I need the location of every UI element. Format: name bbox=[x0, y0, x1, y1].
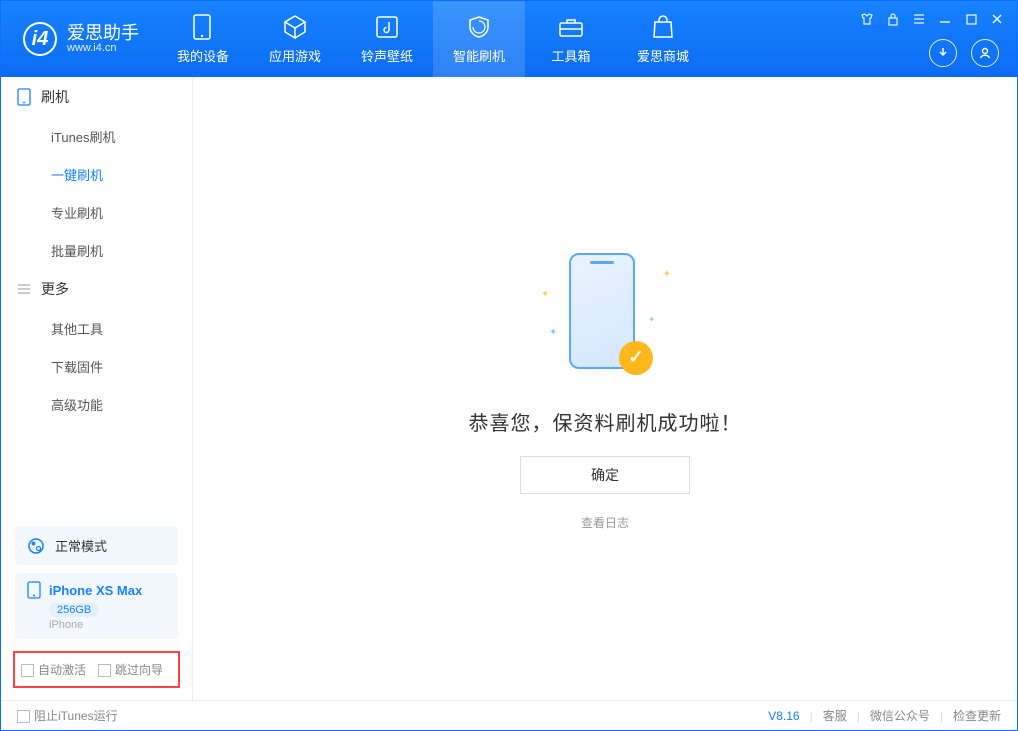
nav-apps-games[interactable]: 应用游戏 bbox=[249, 1, 341, 77]
nav-label: 应用游戏 bbox=[269, 46, 321, 65]
nav-label: 爱思商城 bbox=[637, 46, 689, 65]
list-icon bbox=[17, 282, 31, 296]
app-name-cn: 爱思助手 bbox=[67, 24, 139, 42]
options-highlight: 自动激活 跳过向导 bbox=[13, 651, 180, 688]
nav-store[interactable]: 爱思商城 bbox=[617, 1, 709, 77]
mode-icon bbox=[27, 537, 45, 555]
skip-guide-checkbox[interactable]: 跳过向导 bbox=[98, 661, 163, 678]
user-button[interactable] bbox=[971, 39, 999, 67]
close-icon[interactable] bbox=[989, 11, 1005, 27]
header-actions bbox=[929, 39, 999, 67]
top-nav: 我的设备 应用游戏 铃声壁纸 智能刷机 工具箱 爱思商城 bbox=[157, 1, 709, 77]
group-title: 刷机 bbox=[41, 87, 69, 107]
nav-label: 我的设备 bbox=[177, 46, 229, 65]
nav-label: 工具箱 bbox=[551, 46, 590, 65]
sidebar: 刷机 iTunes刷机 一键刷机 专业刷机 批量刷机 更多 其他工具 下载固件 … bbox=[1, 77, 193, 700]
check-icon: ✓ bbox=[619, 341, 653, 375]
device-card[interactable]: iPhone XS Max 256GB iPhone bbox=[15, 573, 178, 639]
sidebar-item-itunes-flash[interactable]: iTunes刷机 bbox=[1, 117, 192, 155]
success-message: 恭喜您，保资料刷机成功啦！ bbox=[469, 407, 742, 436]
sidebar-item-oneclick-flash[interactable]: 一键刷机 bbox=[1, 155, 192, 193]
main-content: ✦ ✦ ✦ ✦ ✓ 恭喜您，保资料刷机成功啦！ 确定 查看日志 bbox=[193, 77, 1017, 700]
success-illustration: ✦ ✦ ✦ ✦ ✓ bbox=[535, 247, 675, 387]
nav-label: 铃声壁纸 bbox=[361, 46, 413, 65]
storage-badge: 256GB bbox=[49, 603, 99, 617]
mode-label: 正常模式 bbox=[55, 536, 107, 555]
minimize-icon[interactable] bbox=[937, 11, 953, 27]
ok-button[interactable]: 确定 bbox=[520, 456, 690, 494]
sidebar-item-batch-flash[interactable]: 批量刷机 bbox=[1, 231, 192, 269]
logo-icon: i4 bbox=[23, 22, 57, 56]
auto-activate-checkbox[interactable]: 自动激活 bbox=[21, 661, 86, 678]
nav-smart-flash[interactable]: 智能刷机 bbox=[433, 1, 525, 77]
tshirt-icon[interactable] bbox=[859, 11, 875, 27]
device-type: iPhone bbox=[49, 619, 166, 631]
music-icon bbox=[374, 14, 400, 40]
bag-icon bbox=[650, 14, 676, 40]
sidebar-group-more: 更多 bbox=[1, 269, 192, 309]
app-header: i4 爱思助手 www.i4.cn 我的设备 应用游戏 铃声壁纸 智能刷机 工具… bbox=[1, 1, 1017, 77]
lock-icon[interactable] bbox=[885, 11, 901, 27]
sidebar-item-download-firmware[interactable]: 下载固件 bbox=[1, 347, 192, 385]
nav-ringtone-wallpaper[interactable]: 铃声壁纸 bbox=[341, 1, 433, 77]
mode-card[interactable]: 正常模式 bbox=[15, 526, 178, 565]
shield-icon bbox=[466, 14, 492, 40]
nav-label: 智能刷机 bbox=[453, 46, 505, 65]
view-log-link[interactable]: 查看日志 bbox=[581, 514, 629, 531]
device-icon bbox=[27, 581, 41, 599]
sidebar-item-advanced[interactable]: 高级功能 bbox=[1, 385, 192, 423]
sidebar-item-pro-flash[interactable]: 专业刷机 bbox=[1, 193, 192, 231]
support-link[interactable]: 客服 bbox=[823, 707, 847, 724]
check-update-link[interactable]: 检查更新 bbox=[953, 707, 1001, 724]
phone-icon bbox=[17, 88, 31, 106]
app-name-en: www.i4.cn bbox=[67, 42, 139, 54]
cube-icon bbox=[282, 14, 308, 40]
wechat-link[interactable]: 微信公众号 bbox=[870, 707, 930, 724]
logo: i4 爱思助手 www.i4.cn bbox=[1, 22, 157, 56]
menu-icon[interactable] bbox=[911, 11, 927, 27]
device-name: iPhone XS Max bbox=[49, 583, 142, 598]
nav-toolbox[interactable]: 工具箱 bbox=[525, 1, 617, 77]
group-title: 更多 bbox=[41, 279, 69, 299]
device-icon bbox=[190, 14, 216, 40]
nav-my-device[interactable]: 我的设备 bbox=[157, 1, 249, 77]
block-itunes-checkbox[interactable]: 阻止iTunes运行 bbox=[17, 707, 118, 724]
version-label: V8.16 bbox=[768, 709, 799, 723]
sidebar-item-other-tools[interactable]: 其他工具 bbox=[1, 309, 192, 347]
window-controls bbox=[859, 11, 1005, 27]
toolbox-icon bbox=[558, 14, 584, 40]
maximize-icon[interactable] bbox=[963, 11, 979, 27]
download-button[interactable] bbox=[929, 39, 957, 67]
status-bar: 阻止iTunes运行 V8.16 | 客服 | 微信公众号 | 检查更新 bbox=[1, 700, 1017, 730]
sidebar-group-flash: 刷机 bbox=[1, 77, 192, 117]
